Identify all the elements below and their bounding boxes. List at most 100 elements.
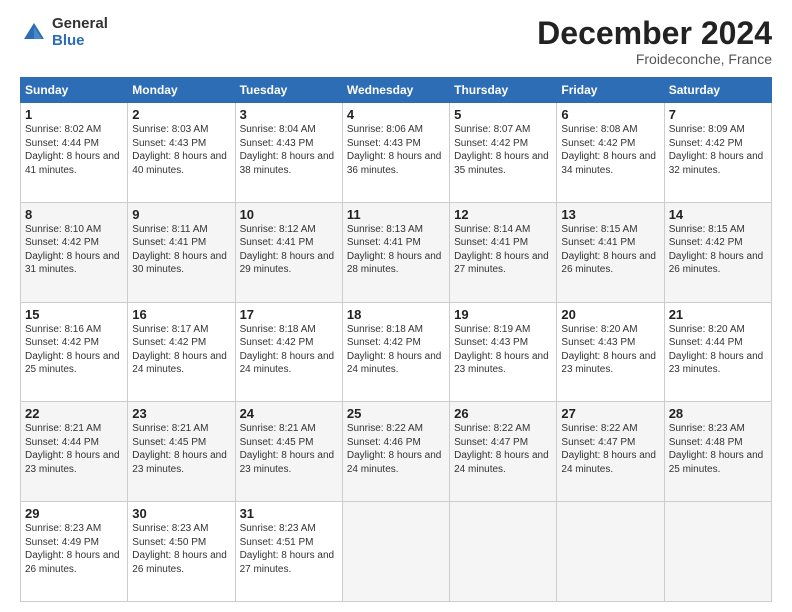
day-number: 15 <box>25 307 123 322</box>
calendar-cell: 7 Sunrise: 8:09 AMSunset: 4:42 PMDayligh… <box>664 103 771 203</box>
day-info: Sunrise: 8:23 AMSunset: 4:50 PMDaylight:… <box>132 523 227 575</box>
calendar-cell: 25 Sunrise: 8:22 AMSunset: 4:46 PMDaylig… <box>342 402 449 502</box>
calendar-week-5: 29 Sunrise: 8:23 AMSunset: 4:49 PMDaylig… <box>21 502 772 602</box>
logo-icon <box>20 19 48 47</box>
day-info: Sunrise: 8:21 AMSunset: 4:45 PMDaylight:… <box>132 423 227 475</box>
day-number: 2 <box>132 107 230 122</box>
calendar-week-3: 15 Sunrise: 8:16 AMSunset: 4:42 PMDaylig… <box>21 302 772 402</box>
day-info: Sunrise: 8:21 AMSunset: 4:44 PMDaylight:… <box>25 423 120 475</box>
calendar-header: SundayMondayTuesdayWednesdayThursdayFrid… <box>21 78 772 103</box>
day-number: 28 <box>669 406 767 421</box>
day-number: 26 <box>454 406 552 421</box>
day-number: 11 <box>347 207 445 222</box>
day-number: 29 <box>25 506 123 521</box>
weekday-header-tuesday: Tuesday <box>235 78 342 103</box>
day-number: 5 <box>454 107 552 122</box>
calendar-cell: 10 Sunrise: 8:12 AMSunset: 4:41 PMDaylig… <box>235 202 342 302</box>
calendar-cell: 12 Sunrise: 8:14 AMSunset: 4:41 PMDaylig… <box>450 202 557 302</box>
day-number: 12 <box>454 207 552 222</box>
calendar-cell: 20 Sunrise: 8:20 AMSunset: 4:43 PMDaylig… <box>557 302 664 402</box>
day-number: 17 <box>240 307 338 322</box>
calendar-week-4: 22 Sunrise: 8:21 AMSunset: 4:44 PMDaylig… <box>21 402 772 502</box>
day-number: 27 <box>561 406 659 421</box>
day-info: Sunrise: 8:21 AMSunset: 4:45 PMDaylight:… <box>240 423 335 475</box>
calendar-cell <box>557 502 664 602</box>
day-info: Sunrise: 8:08 AMSunset: 4:42 PMDaylight:… <box>561 124 656 176</box>
day-info: Sunrise: 8:17 AMSunset: 4:42 PMDaylight:… <box>132 324 227 376</box>
day-info: Sunrise: 8:22 AMSunset: 4:47 PMDaylight:… <box>561 423 656 475</box>
main-title: December 2024 <box>537 16 772 51</box>
day-info: Sunrise: 8:19 AMSunset: 4:43 PMDaylight:… <box>454 324 549 376</box>
day-number: 1 <box>25 107 123 122</box>
day-number: 10 <box>240 207 338 222</box>
day-info: Sunrise: 8:10 AMSunset: 4:42 PMDaylight:… <box>25 224 120 276</box>
calendar-cell: 11 Sunrise: 8:13 AMSunset: 4:41 PMDaylig… <box>342 202 449 302</box>
weekday-header-friday: Friday <box>557 78 664 103</box>
calendar-cell <box>450 502 557 602</box>
day-info: Sunrise: 8:13 AMSunset: 4:41 PMDaylight:… <box>347 224 442 276</box>
day-info: Sunrise: 8:15 AMSunset: 4:41 PMDaylight:… <box>561 224 656 276</box>
calendar-cell: 2 Sunrise: 8:03 AMSunset: 4:43 PMDayligh… <box>128 103 235 203</box>
day-info: Sunrise: 8:07 AMSunset: 4:42 PMDaylight:… <box>454 124 549 176</box>
calendar-cell: 8 Sunrise: 8:10 AMSunset: 4:42 PMDayligh… <box>21 202 128 302</box>
logo-text: General Blue <box>52 16 108 49</box>
calendar-cell: 6 Sunrise: 8:08 AMSunset: 4:42 PMDayligh… <box>557 103 664 203</box>
day-number: 22 <box>25 406 123 421</box>
day-info: Sunrise: 8:16 AMSunset: 4:42 PMDaylight:… <box>25 324 120 376</box>
day-number: 31 <box>240 506 338 521</box>
calendar-cell: 24 Sunrise: 8:21 AMSunset: 4:45 PMDaylig… <box>235 402 342 502</box>
logo: General Blue <box>20 16 108 49</box>
day-info: Sunrise: 8:06 AMSunset: 4:43 PMDaylight:… <box>347 124 442 176</box>
calendar-cell: 14 Sunrise: 8:15 AMSunset: 4:42 PMDaylig… <box>664 202 771 302</box>
calendar-cell: 18 Sunrise: 8:18 AMSunset: 4:42 PMDaylig… <box>342 302 449 402</box>
day-number: 9 <box>132 207 230 222</box>
calendar-body: 1 Sunrise: 8:02 AMSunset: 4:44 PMDayligh… <box>21 103 772 602</box>
day-number: 20 <box>561 307 659 322</box>
calendar-cell: 28 Sunrise: 8:23 AMSunset: 4:48 PMDaylig… <box>664 402 771 502</box>
day-info: Sunrise: 8:18 AMSunset: 4:42 PMDaylight:… <box>347 324 442 376</box>
calendar-cell: 29 Sunrise: 8:23 AMSunset: 4:49 PMDaylig… <box>21 502 128 602</box>
calendar-table: SundayMondayTuesdayWednesdayThursdayFrid… <box>20 77 772 602</box>
calendar-week-2: 8 Sunrise: 8:10 AMSunset: 4:42 PMDayligh… <box>21 202 772 302</box>
calendar-cell: 9 Sunrise: 8:11 AMSunset: 4:41 PMDayligh… <box>128 202 235 302</box>
day-info: Sunrise: 8:23 AMSunset: 4:49 PMDaylight:… <box>25 523 120 575</box>
day-number: 14 <box>669 207 767 222</box>
weekday-header-row: SundayMondayTuesdayWednesdayThursdayFrid… <box>21 78 772 103</box>
day-number: 7 <box>669 107 767 122</box>
logo-blue: Blue <box>52 33 108 50</box>
day-info: Sunrise: 8:18 AMSunset: 4:42 PMDaylight:… <box>240 324 335 376</box>
day-number: 18 <box>347 307 445 322</box>
page: General Blue December 2024 Froideconche,… <box>0 0 792 612</box>
subtitle: Froideconche, France <box>537 51 772 67</box>
calendar-cell: 30 Sunrise: 8:23 AMSunset: 4:50 PMDaylig… <box>128 502 235 602</box>
day-info: Sunrise: 8:15 AMSunset: 4:42 PMDaylight:… <box>669 224 764 276</box>
calendar-cell: 5 Sunrise: 8:07 AMSunset: 4:42 PMDayligh… <box>450 103 557 203</box>
calendar-week-1: 1 Sunrise: 8:02 AMSunset: 4:44 PMDayligh… <box>21 103 772 203</box>
day-number: 23 <box>132 406 230 421</box>
day-number: 30 <box>132 506 230 521</box>
calendar-cell <box>342 502 449 602</box>
title-block: December 2024 Froideconche, France <box>537 16 772 67</box>
day-number: 24 <box>240 406 338 421</box>
day-number: 13 <box>561 207 659 222</box>
calendar-cell: 23 Sunrise: 8:21 AMSunset: 4:45 PMDaylig… <box>128 402 235 502</box>
day-info: Sunrise: 8:14 AMSunset: 4:41 PMDaylight:… <box>454 224 549 276</box>
day-number: 3 <box>240 107 338 122</box>
calendar-cell: 19 Sunrise: 8:19 AMSunset: 4:43 PMDaylig… <box>450 302 557 402</box>
calendar-cell <box>664 502 771 602</box>
weekday-header-sunday: Sunday <box>21 78 128 103</box>
day-number: 4 <box>347 107 445 122</box>
calendar-cell: 17 Sunrise: 8:18 AMSunset: 4:42 PMDaylig… <box>235 302 342 402</box>
header: General Blue December 2024 Froideconche,… <box>20 16 772 67</box>
day-info: Sunrise: 8:22 AMSunset: 4:47 PMDaylight:… <box>454 423 549 475</box>
calendar-cell: 15 Sunrise: 8:16 AMSunset: 4:42 PMDaylig… <box>21 302 128 402</box>
day-info: Sunrise: 8:11 AMSunset: 4:41 PMDaylight:… <box>132 224 227 276</box>
calendar-cell: 3 Sunrise: 8:04 AMSunset: 4:43 PMDayligh… <box>235 103 342 203</box>
weekday-header-wednesday: Wednesday <box>342 78 449 103</box>
weekday-header-saturday: Saturday <box>664 78 771 103</box>
day-number: 8 <box>25 207 123 222</box>
calendar-cell: 1 Sunrise: 8:02 AMSunset: 4:44 PMDayligh… <box>21 103 128 203</box>
calendar-cell: 22 Sunrise: 8:21 AMSunset: 4:44 PMDaylig… <box>21 402 128 502</box>
day-number: 21 <box>669 307 767 322</box>
day-info: Sunrise: 8:20 AMSunset: 4:44 PMDaylight:… <box>669 324 764 376</box>
